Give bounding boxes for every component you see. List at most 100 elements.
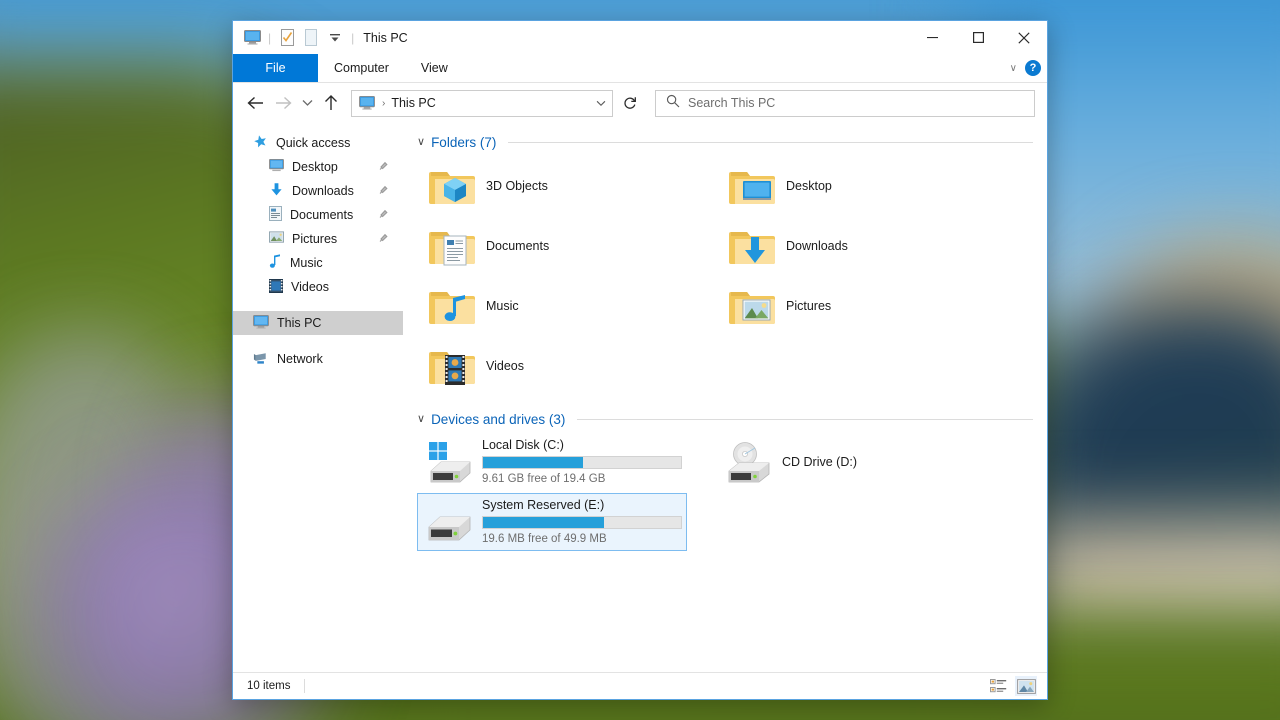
- sidebar-label: Videos: [291, 280, 329, 294]
- group-rule: [577, 419, 1033, 420]
- sidebar-item-desktop[interactable]: Desktop: [233, 155, 403, 179]
- refresh-button[interactable]: [615, 90, 645, 117]
- folder-videos-icon: [428, 342, 476, 390]
- tab-file[interactable]: File: [233, 54, 318, 82]
- sidebar-item-pictures[interactable]: Pictures: [233, 227, 403, 251]
- sidebar-item-this-pc[interactable]: This PC: [233, 311, 403, 335]
- sidebar-label: Music: [290, 256, 323, 270]
- customize-qat-icon[interactable]: [324, 27, 346, 49]
- help-icon[interactable]: ?: [1025, 60, 1041, 76]
- drive-item-local-disk-c[interactable]: Local Disk (C:) 9.61 GB free of 19.4 GB: [417, 433, 687, 491]
- folder-item-desktop[interactable]: Desktop: [717, 156, 1007, 216]
- videos-icon: [269, 279, 283, 296]
- music-icon: [269, 254, 282, 272]
- back-button[interactable]: [241, 89, 269, 117]
- folders-group-title: Folders (7): [431, 135, 496, 150]
- ribbon-right-controls: ∨ ?: [1010, 54, 1041, 82]
- cd-drive-icon: [726, 438, 774, 486]
- folder-item-videos[interactable]: Videos: [417, 336, 707, 396]
- star-icon: [253, 134, 268, 152]
- drive-free-space: 9.61 GB free of 19.4 GB: [482, 472, 680, 486]
- search-icon: [666, 94, 680, 113]
- folder-3d-objects-icon: [428, 162, 476, 210]
- expand-ribbon-icon[interactable]: ∨: [1010, 63, 1017, 74]
- folder-name: 3D Objects: [486, 179, 548, 193]
- drives-group-header[interactable]: ∨ Devices and drives (3): [417, 412, 1033, 427]
- tab-view[interactable]: View: [405, 54, 464, 82]
- explorer-body: Quick access Desktop: [233, 123, 1047, 672]
- details-view-button[interactable]: [987, 676, 1009, 696]
- close-button[interactable]: [1001, 21, 1047, 54]
- folders-grid: 3D Objects: [417, 156, 1033, 396]
- folder-name: Downloads: [786, 239, 848, 253]
- folder-item-documents[interactable]: Documents: [417, 216, 707, 276]
- sidebar-label: Network: [277, 352, 323, 366]
- folder-item-music[interactable]: Music: [417, 276, 707, 336]
- search-box[interactable]: Search This PC: [655, 90, 1035, 117]
- drive-info: CD Drive (D:): [782, 455, 980, 470]
- sidebar-label: Quick access: [276, 136, 350, 150]
- up-button[interactable]: [317, 89, 345, 117]
- drive-usage-meter: [482, 456, 682, 469]
- pictures-icon: [269, 231, 284, 247]
- folder-name: Pictures: [786, 299, 831, 313]
- window-title: This PC: [363, 31, 407, 45]
- minimize-button[interactable]: [909, 21, 955, 54]
- address-dropdown-icon[interactable]: [590, 100, 612, 107]
- sidebar-item-downloads[interactable]: Downloads: [233, 179, 403, 203]
- maximize-button[interactable]: [955, 21, 1001, 54]
- address-this-pc-icon: [352, 96, 380, 110]
- group-rule: [508, 142, 1033, 143]
- caption-buttons: [909, 21, 1047, 54]
- sidebar-item-documents[interactable]: Documents: [233, 203, 403, 227]
- folder-downloads-icon: [728, 222, 776, 270]
- quick-access-toolbar: | |: [233, 27, 357, 49]
- new-folder-icon[interactable]: [300, 27, 322, 49]
- sidebar-item-videos[interactable]: Videos: [233, 275, 403, 299]
- folder-documents-icon: [428, 222, 476, 270]
- recent-locations-button[interactable]: [297, 89, 317, 117]
- sidebar-label: Pictures: [292, 232, 337, 246]
- properties-icon[interactable]: [276, 27, 298, 49]
- navigation-pane: Quick access Desktop: [233, 123, 403, 672]
- this-pc-icon: [253, 315, 269, 332]
- sidebar-label: Downloads: [292, 184, 354, 198]
- folder-item-downloads[interactable]: Downloads: [717, 216, 1007, 276]
- chevron-down-icon[interactable]: ∨: [417, 414, 425, 425]
- large-icons-view-button[interactable]: [1015, 676, 1037, 696]
- forward-button[interactable]: [269, 89, 297, 117]
- folders-group-header[interactable]: ∨ Folders (7): [417, 135, 1033, 150]
- folder-name: Videos: [486, 359, 524, 373]
- search-placeholder: Search This PC: [688, 96, 775, 110]
- breadcrumb-this-pc[interactable]: This PC: [391, 96, 590, 110]
- folder-name: Music: [486, 299, 519, 313]
- drive-name: CD Drive (D:): [782, 455, 980, 470]
- pin-icon: [379, 161, 389, 174]
- drive-item-cd-drive-d[interactable]: CD Drive (D:): [717, 433, 987, 491]
- folder-item-3d-objects[interactable]: 3D Objects: [417, 156, 707, 216]
- folder-name: Desktop: [786, 179, 832, 193]
- status-bar: 10 items: [233, 672, 1047, 699]
- drive-free-space: 19.6 MB free of 49.9 MB: [482, 532, 680, 546]
- ribbon-tab-bar: File Computer View ∨ ?: [233, 54, 1047, 83]
- desktop-icon: [269, 159, 284, 175]
- address-bar[interactable]: › This PC: [351, 90, 613, 117]
- folder-item-pictures[interactable]: Pictures: [717, 276, 1007, 336]
- chevron-down-icon[interactable]: ∨: [417, 137, 425, 148]
- pin-icon: [379, 233, 389, 246]
- sidebar-spacer-2: [233, 335, 403, 347]
- navigation-bar: › This PC Search This PC: [233, 83, 1047, 123]
- drives-grid: Local Disk (C:) 9.61 GB free of 19.4 GB: [417, 433, 1033, 551]
- sidebar-item-quick-access[interactable]: Quick access: [233, 131, 403, 155]
- tab-computer[interactable]: Computer: [318, 54, 405, 82]
- view-buttons: [987, 676, 1037, 696]
- drive-name: System Reserved (E:): [482, 498, 680, 513]
- folder-music-icon: [428, 282, 476, 330]
- sidebar-item-network[interactable]: Network: [233, 347, 403, 371]
- windows-drive-icon: [426, 438, 474, 486]
- drive-usage-fill: [483, 457, 583, 468]
- this-pc-icon[interactable]: [241, 27, 263, 49]
- folder-pictures-icon: [728, 282, 776, 330]
- drive-item-system-reserved-e[interactable]: System Reserved (E:) 19.6 MB free of 49.…: [417, 493, 687, 551]
- sidebar-item-music[interactable]: Music: [233, 251, 403, 275]
